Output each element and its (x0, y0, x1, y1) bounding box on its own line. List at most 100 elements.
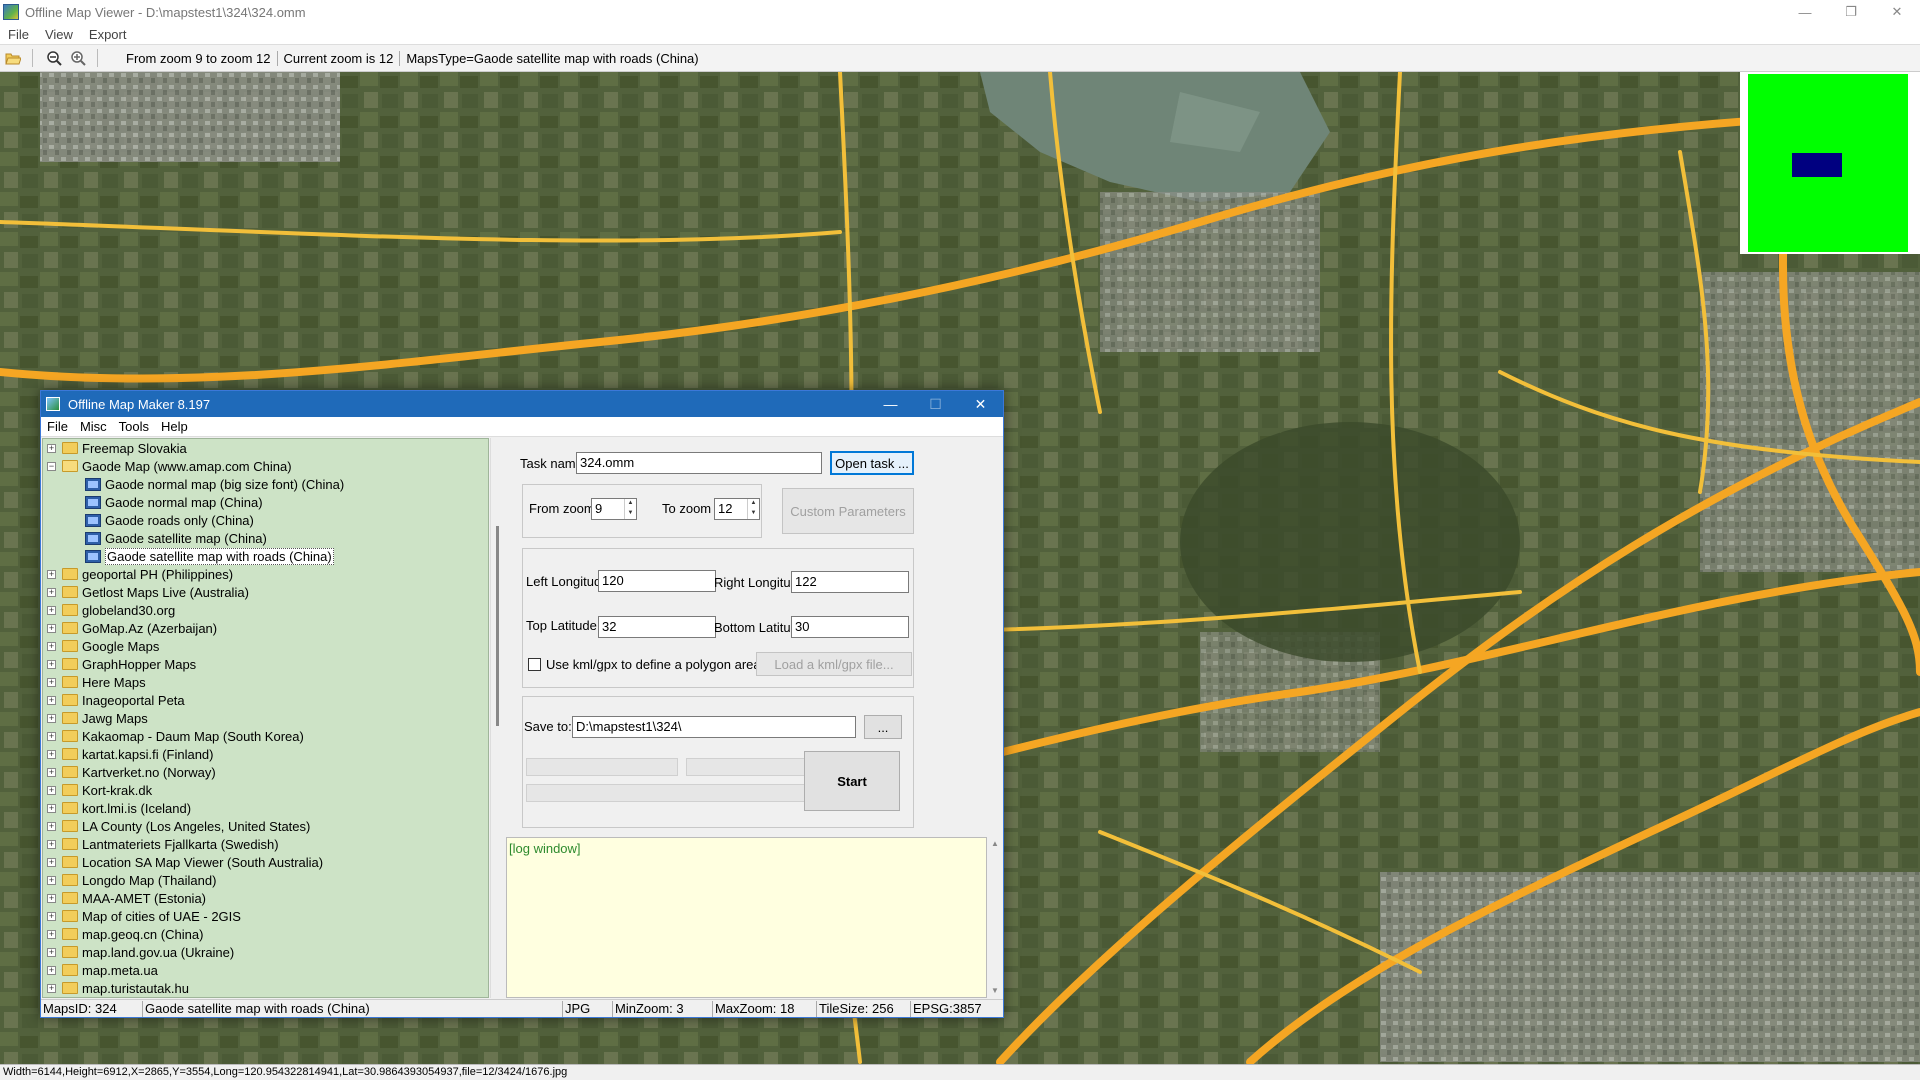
expand-icon[interactable]: + (47, 605, 56, 615)
tree-item[interactable]: + Map of cities of UAE - 2GIS (43, 907, 488, 925)
expand-icon[interactable]: + (47, 839, 56, 849)
start-button[interactable]: Start (804, 751, 900, 811)
tree-scrollbar-thumb[interactable] (496, 526, 499, 726)
tree-item[interactable]: + Freemap Slovakia (43, 439, 488, 457)
expand-icon[interactable]: + (47, 587, 56, 597)
minimap-viewport-indicator[interactable] (1792, 153, 1842, 177)
close-button[interactable]: ✕ (1874, 0, 1920, 24)
tree-item[interactable]: + kort.lmi.is (Iceland) (43, 799, 488, 817)
log-scrollbar[interactable]: ▲ ▼ (987, 837, 1003, 998)
menu-view[interactable]: View (37, 27, 81, 42)
left-longitude-input[interactable]: 120 (598, 570, 716, 592)
tree-item[interactable]: + map.turistautak.hu (43, 979, 488, 997)
expand-icon[interactable]: + (47, 659, 56, 669)
expand-icon[interactable]: + (47, 785, 56, 795)
tree-child-item[interactable]: Gaode satellite map (China) (43, 529, 488, 547)
spin-down-icon[interactable]: ▼ (748, 509, 759, 519)
dialog-minimize-button[interactable]: — (868, 391, 913, 417)
expand-icon[interactable]: + (47, 893, 56, 903)
bottom-latitude-input[interactable]: 30 (791, 616, 909, 638)
spin-up-icon[interactable]: ▲ (748, 499, 759, 509)
tree-item[interactable]: + geoportal PH (Philippines) (43, 565, 488, 583)
expand-icon[interactable]: + (47, 767, 56, 777)
expand-icon[interactable]: + (47, 911, 56, 921)
tree-item[interactable]: + Kort-krak.dk (43, 781, 488, 799)
expand-icon[interactable]: + (47, 677, 56, 687)
tree-item[interactable]: + MAA-AMET (Estonia) (43, 889, 488, 907)
tree-item[interactable]: + Kartverket.no (Norway) (43, 763, 488, 781)
tree-child-item[interactable]: Gaode roads only (China) (43, 511, 488, 529)
dialog-menu-misc[interactable]: Misc (74, 419, 113, 434)
expand-icon[interactable]: + (47, 641, 56, 651)
tree-item[interactable]: + Lantmateriets Fjallkarta (Swedish) (43, 835, 488, 853)
tree-item[interactable]: + GoMap.Az (Azerbaijan) (43, 619, 488, 637)
expand-icon[interactable]: + (47, 983, 56, 993)
zoom-out-button[interactable] (43, 47, 65, 69)
tree-item[interactable]: + map.meta.ua (43, 961, 488, 979)
tree-child-item[interactable]: Gaode normal map (China) (43, 493, 488, 511)
to-zoom-spinner[interactable]: 12 ▲ ▼ (714, 498, 760, 520)
expand-icon[interactable]: + (47, 857, 56, 867)
use-kml-checkbox[interactable] (528, 658, 541, 671)
tree-item[interactable]: − Gaode Map (www.amap.com China) (43, 457, 488, 475)
tree-item[interactable]: + Google Maps (43, 637, 488, 655)
dialog-close-button[interactable]: ✕ (958, 391, 1003, 417)
menu-export[interactable]: Export (81, 27, 135, 42)
open-task-button[interactable]: Open task ... (830, 451, 914, 475)
map-provider-tree[interactable]: + Freemap Slovakia − Gaode Map (www.amap.co… (42, 438, 489, 998)
expand-icon[interactable]: + (47, 929, 56, 939)
expand-icon[interactable]: + (47, 965, 56, 975)
minimize-button[interactable]: — (1782, 0, 1828, 24)
tree-item[interactable]: + LA County (Los Angeles, United States) (43, 817, 488, 835)
top-latitude-input[interactable]: 32 (598, 616, 716, 638)
tree-item[interactable]: + Location SA Map Viewer (South Australia… (43, 853, 488, 871)
custom-parameters-button[interactable]: Custom Parameters (782, 488, 914, 534)
right-longitude-input[interactable]: 122 (791, 571, 909, 593)
to-zoom-arrows[interactable]: ▲ ▼ (747, 499, 759, 519)
scroll-up-icon[interactable]: ▲ (987, 837, 1003, 851)
expand-icon[interactable]: + (47, 749, 56, 759)
tree-item[interactable]: + Longdo Map (Thailand) (43, 871, 488, 889)
load-kml-button[interactable]: Load a kml/gpx file... (756, 652, 912, 676)
spin-down-icon[interactable]: ▼ (625, 509, 636, 519)
tree-child-item[interactable]: Gaode normal map (big size font) (China) (43, 475, 488, 493)
scroll-down-icon[interactable]: ▼ (987, 984, 1003, 998)
from-zoom-arrows[interactable]: ▲ ▼ (624, 499, 636, 519)
dialog-menu-tools[interactable]: Tools (113, 419, 155, 434)
open-folder-button[interactable] (2, 47, 24, 69)
expand-icon[interactable]: + (47, 443, 56, 453)
browse-folder-button[interactable]: ... (864, 715, 902, 739)
maximize-button[interactable]: ❐ (1828, 0, 1874, 24)
tree-item[interactable]: + Getlost Maps Live (Australia) (43, 583, 488, 601)
from-zoom-spinner[interactable]: 9 ▲ ▼ (591, 498, 637, 520)
dialog-maximize-button[interactable]: ☐ (913, 391, 958, 417)
tree-item[interactable]: + Jawg Maps (43, 709, 488, 727)
tree-item[interactable]: + map.geoq.cn (China) (43, 925, 488, 943)
expand-icon[interactable]: + (47, 821, 56, 831)
tree-item[interactable]: + kartat.kapsi.fi (Finland) (43, 745, 488, 763)
expand-icon[interactable]: + (47, 875, 56, 885)
expand-icon[interactable]: + (47, 947, 56, 957)
expand-icon[interactable]: + (47, 803, 56, 813)
tree-scrollbar[interactable] (490, 438, 506, 998)
expand-icon[interactable]: + (47, 731, 56, 741)
expand-icon[interactable]: + (47, 695, 56, 705)
dialog-menu-help[interactable]: Help (155, 419, 194, 434)
tree-item[interactable]: + map.land.gov.ua (Ukraine) (43, 943, 488, 961)
zoom-in-button[interactable] (67, 47, 89, 69)
tree-item[interactable]: + Here Maps (43, 673, 488, 691)
collapse-icon[interactable]: − (47, 461, 56, 471)
save-to-input[interactable]: D:\mapstest1\324\ (572, 716, 856, 738)
menu-file[interactable]: File (0, 27, 37, 42)
spin-up-icon[interactable]: ▲ (625, 499, 636, 509)
tree-item[interactable]: + Inageoportal Peta (43, 691, 488, 709)
dialog-menu-file[interactable]: File (41, 419, 74, 434)
tree-item[interactable]: + GraphHopper Maps (43, 655, 488, 673)
expand-icon[interactable]: + (47, 623, 56, 633)
tree-child-item[interactable]: Gaode satellite map with roads (China) (43, 547, 488, 565)
expand-icon[interactable]: + (47, 569, 56, 579)
log-window[interactable]: [log window] (506, 837, 987, 998)
overview-minimap[interactable] (1740, 72, 1920, 254)
tree-item[interactable]: + globeland30.org (43, 601, 488, 619)
expand-icon[interactable]: + (47, 713, 56, 723)
